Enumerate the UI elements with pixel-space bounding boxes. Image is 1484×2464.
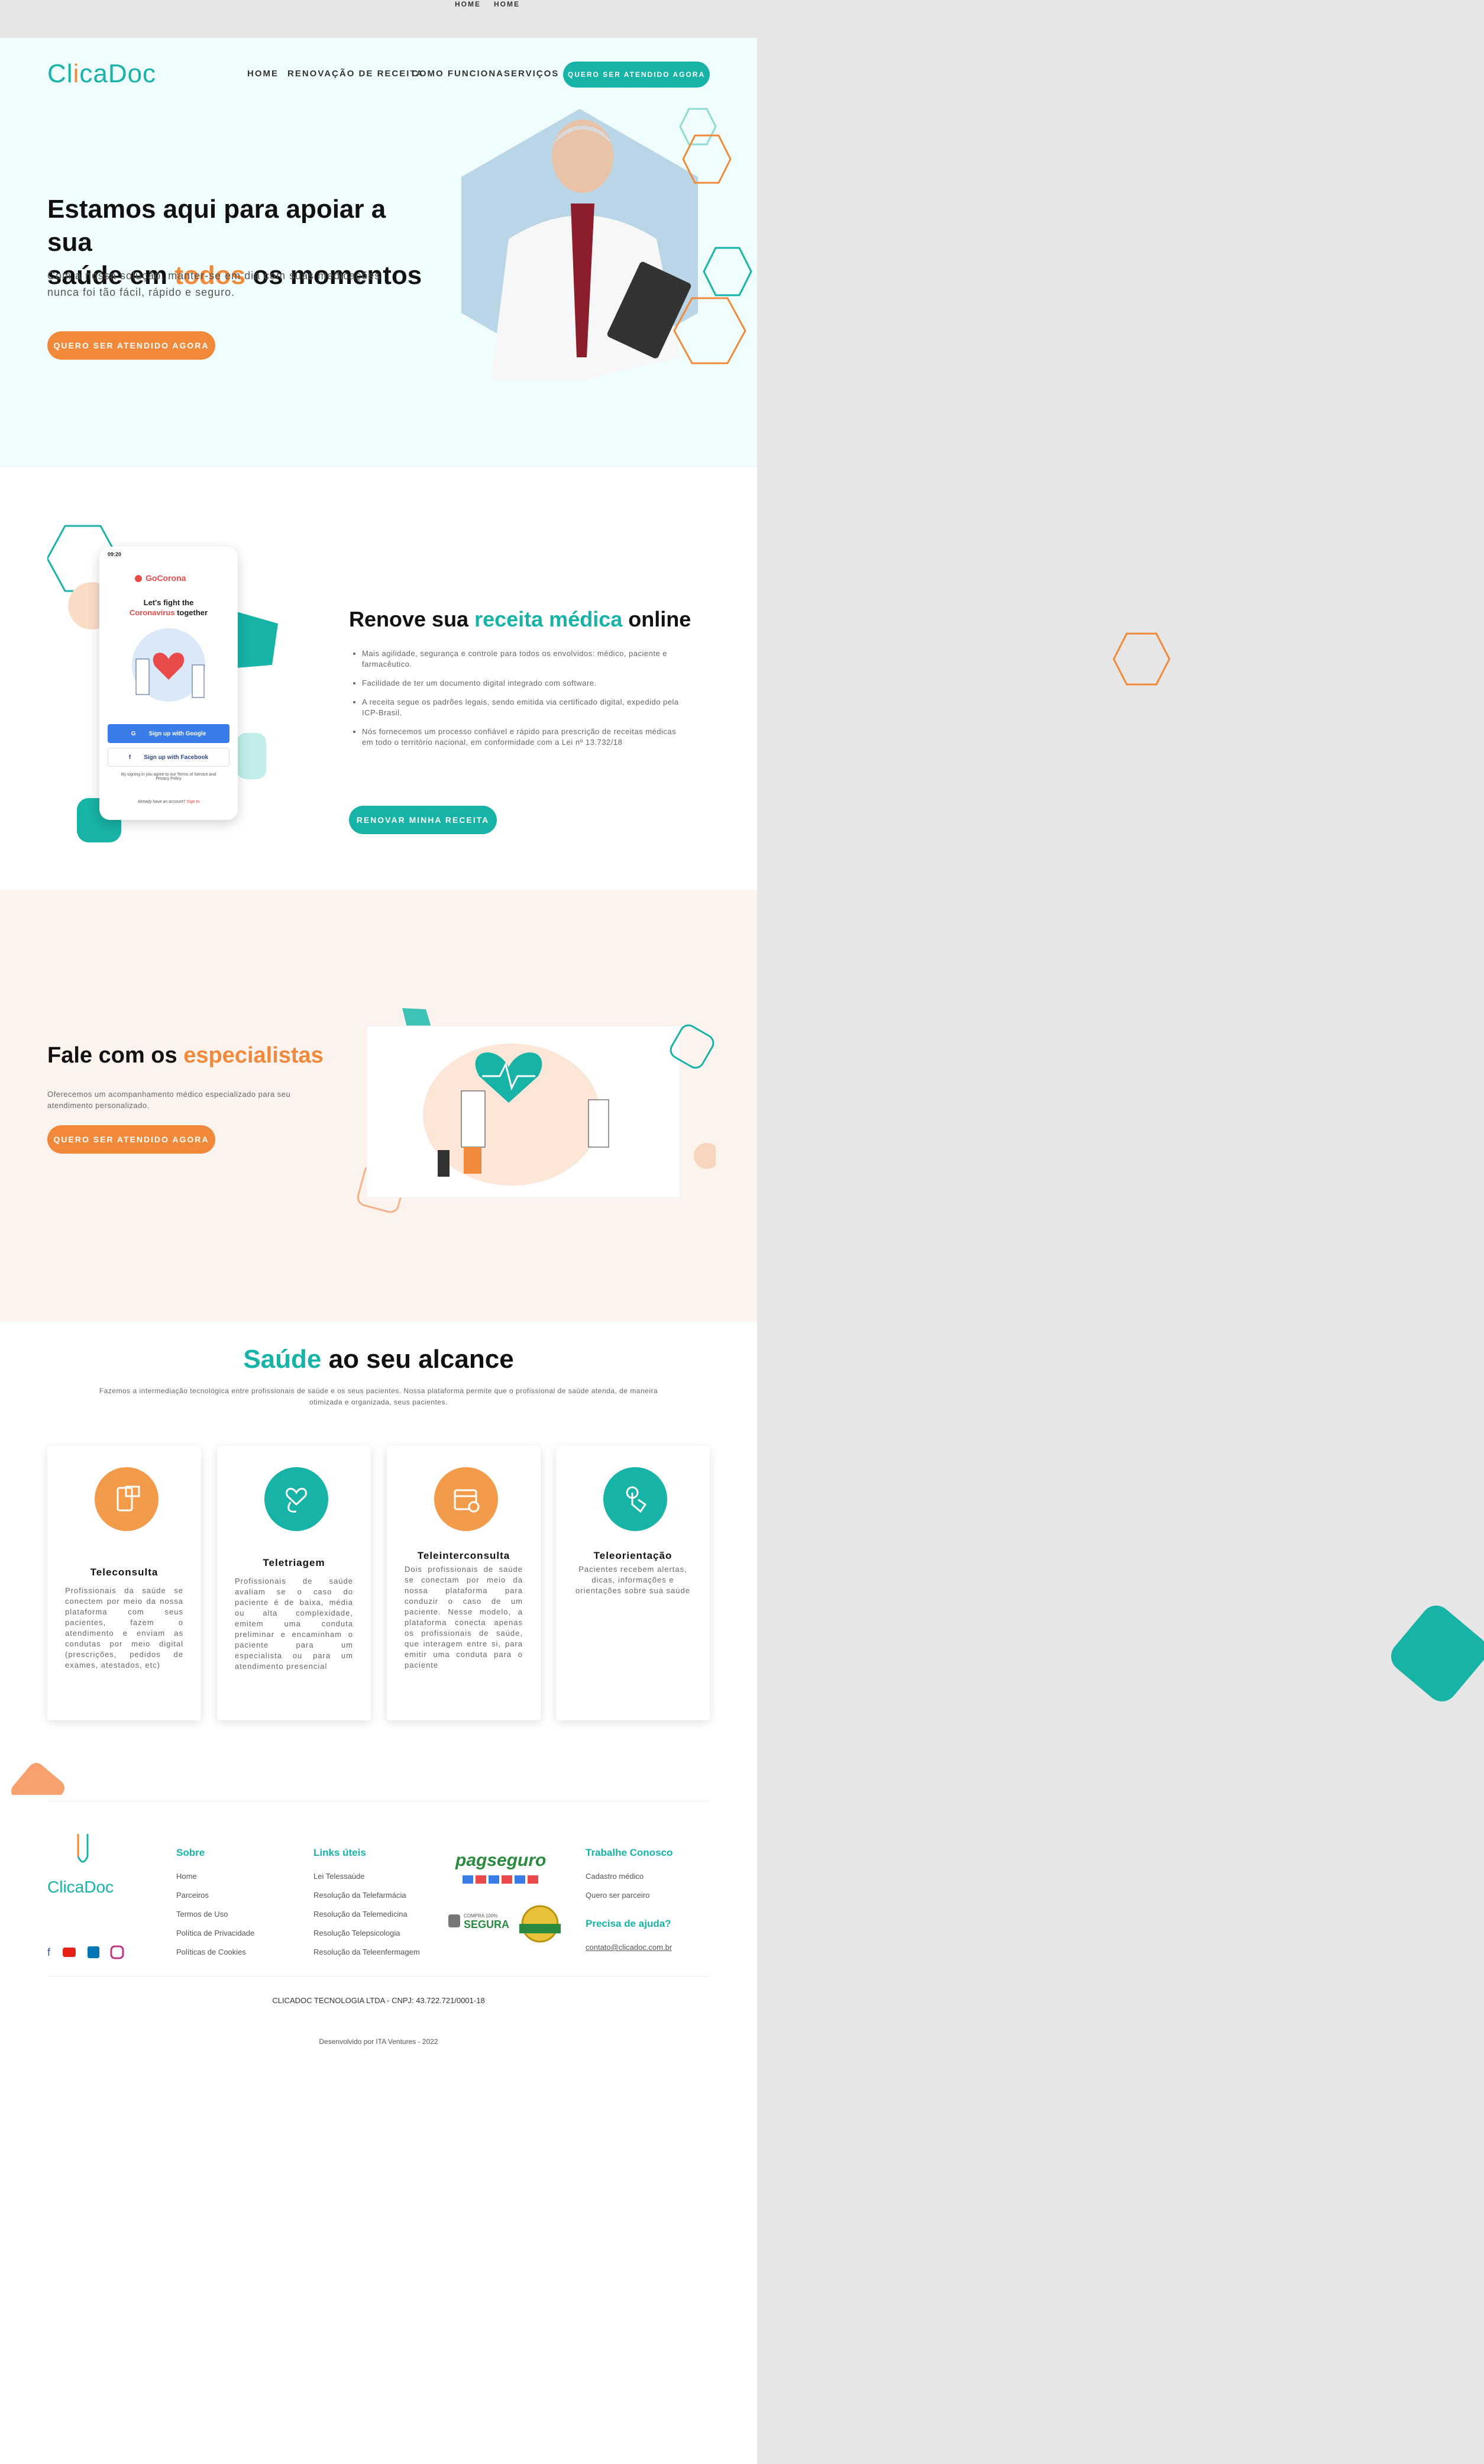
card-title: Teletriagem — [263, 1557, 325, 1568]
renew-cta-button[interactable]: RENOVAR MINHA RECEITA — [349, 806, 497, 834]
hexagon-outline-decor — [1113, 632, 1171, 686]
nav-servicos[interactable]: SERVIÇOS — [504, 69, 559, 79]
phone-app-name: GoCorona — [146, 573, 186, 583]
bullet-item: Facilidade de ter um documento digital i… — [362, 678, 681, 689]
footer-work-title: Trabalhe Conosco — [586, 1847, 673, 1858]
specialists-desc: Oferecemos um acompanhamento médico espe… — [47, 1090, 291, 1110]
service-card-teleorientacao[interactable]: Teleorientação Pacientes recebem alertas… — [556, 1446, 710, 1720]
logo-mark-icon — [77, 1834, 89, 1863]
hero-section: ClicaDoc HOME RENOVAÇÃO DE RECEITA COMO … — [0, 38, 757, 467]
google-signup-button[interactable]: G Sign up with Google — [108, 724, 229, 743]
top-home-link-2[interactable]: HOME — [494, 0, 520, 8]
renew-bullets: Mais agilidade, segurança e controle par… — [362, 648, 681, 748]
phone-time: 09:20 — [108, 551, 122, 557]
renew-title: Renove sua receita médica online — [349, 607, 691, 631]
renew-section: 09:20 GoCorona Let's fight the Coronaviru… — [0, 467, 757, 899]
corona-icon — [135, 575, 142, 582]
services-cards: Teleconsulta Profissionais da saúde se c… — [0, 1446, 757, 1730]
nav-renovacao[interactable]: RENOVAÇÃO DE RECEITA — [287, 69, 423, 79]
card-title: Teleconsulta — [90, 1567, 159, 1578]
footer-link[interactable]: Lei Telessaúde — [313, 1872, 365, 1881]
nav-como-funciona[interactable]: COMO FUNCIONA — [412, 69, 504, 79]
touch-icon — [603, 1467, 667, 1531]
nav-home[interactable]: HOME — [247, 69, 279, 79]
footer-sobre-title: Sobre — [176, 1847, 205, 1858]
lock-icon — [448, 1914, 460, 1927]
linkedin-icon[interactable] — [88, 1946, 99, 1958]
footer-link[interactable]: Resolução da Telemedicina — [313, 1910, 408, 1919]
service-card-teleconsulta[interactable]: Teleconsulta Profissionais da saúde se c… — [47, 1446, 201, 1720]
footer-logo[interactable]: ClicaDoc — [47, 1830, 118, 1896]
footer-link[interactable]: Home — [176, 1872, 197, 1881]
card-desc: Profissionais de saúde avaliam se o caso… — [235, 1577, 353, 1671]
card-desc: Profissionais da saúde se conectem por m… — [65, 1586, 183, 1669]
instagram-icon[interactable] — [110, 1945, 124, 1959]
company-info: CLICADOC TECNOLOGIA LTDA - CNPJ: 43.722.… — [272, 1996, 485, 2005]
specialists-section: Fale com os especialistas Oferecemos um … — [0, 890, 757, 1322]
reach-section: Saúde ao seu alcance Fazemos a intermedi… — [0, 1322, 757, 1820]
youtube-icon[interactable] — [63, 1948, 76, 1957]
facebook-icon: f — [128, 754, 131, 761]
top-strip: HOME HOME — [0, 0, 1484, 38]
bullet-item: Mais agilidade, segurança e controle par… — [362, 648, 681, 670]
bullet-item: Nós fornecemos um processo confiável e r… — [362, 726, 681, 748]
service-card-teleinterconsulta[interactable]: Teleinterconsulta Dois profissionais de … — [387, 1446, 541, 1720]
footer-help-title: Precisa de ajuda? — [586, 1918, 671, 1929]
footer-link[interactable]: Resolução da Telefarmácia — [313, 1891, 406, 1900]
service-card-teletriagem[interactable]: Teletriagem Profissionais de saúde avali… — [217, 1446, 371, 1720]
reach-desc: Fazemos a intermediação tecnológica entr… — [99, 1387, 658, 1406]
footer-link[interactable]: Política de Privacidade — [176, 1929, 254, 1937]
facebook-icon[interactable]: f — [47, 1946, 51, 1958]
footer-divider — [47, 1976, 710, 1977]
facebook-signup-button[interactable]: f Sign up with Facebook — [108, 748, 229, 767]
nav-cta-button[interactable]: QUERO SER ATENDIDO AGORA — [563, 62, 710, 88]
phone-icon — [95, 1467, 159, 1531]
phone-account: Already have an account? Sign In — [137, 800, 200, 804]
bullet-item: A receita segue os padrões legais, sendo… — [362, 697, 681, 718]
footer: ClicaDoc f Sobre Home Parceiros Termos d… — [0, 1795, 757, 2464]
card-desc: Pacientes recebem alertas, dicas, inform… — [576, 1565, 690, 1595]
footer-link[interactable]: Resolução Telepsicologia — [313, 1929, 400, 1937]
footer-link[interactable]: Resolução da Teleenfermagem — [313, 1948, 420, 1956]
doctor-hexagon-image — [461, 108, 752, 381]
card-desc: Dois profissionais de saúde se conectam … — [405, 1565, 523, 1669]
social-links: f — [47, 1945, 124, 1959]
developer-credit: Desenvolvido por ITA Ventures - 2022 — [319, 2037, 438, 2046]
phone-headline: Let's fight the Coronavirus together — [129, 598, 208, 617]
phone-terms: By signing in you agree to our Terms of … — [121, 773, 216, 781]
calendar-icon — [434, 1467, 498, 1531]
specialists-title: Fale com os especialistas — [47, 1043, 324, 1068]
hero-cta-button[interactable]: QUERO SER ATENDIDO AGORA — [47, 331, 215, 360]
stethoscope-icon — [264, 1467, 328, 1531]
doctors-illustration — [132, 628, 205, 702]
hero-subtitle: Com a nossa solução, manter-se em dia co… — [47, 270, 381, 298]
footer-links-title: Links úteis — [313, 1847, 366, 1858]
seal-icon — [519, 1905, 561, 1943]
footer-link[interactable]: Cadastro médico — [586, 1872, 644, 1881]
footer-link[interactable]: Parceiros — [176, 1891, 209, 1900]
site-logo[interactable]: ClicaDoc — [47, 59, 156, 89]
top-home-link[interactable]: HOME — [455, 0, 481, 8]
footer-link[interactable]: Políticas de Cookies — [176, 1948, 246, 1956]
specialists-cta-button[interactable]: QUERO SER ATENDIDO AGORA — [47, 1125, 215, 1154]
phone-mockup: 09:20 GoCorona Let's fight the Coronaviru… — [99, 547, 238, 820]
secure-badge: COMPRA 100% SEGURA — [448, 1913, 509, 1931]
payment-icons — [463, 1875, 539, 1884]
footer-email-link[interactable]: contato@clicadoc.com.br — [586, 1943, 672, 1952]
card-title: Teleorientação — [593, 1550, 673, 1561]
page-container: ClicaDoc HOME RENOVAÇÃO DE RECEITA COMO … — [0, 38, 757, 2464]
reach-title: Saúde ao seu alcance — [243, 1345, 514, 1374]
teal-square-decor — [1385, 1599, 1484, 1708]
footer-link[interactable]: Quero ser parceiro — [586, 1891, 649, 1900]
pagseguro-logo: pagseguro — [455, 1851, 547, 1870]
card-title: Teleinterconsulta — [417, 1550, 510, 1561]
google-icon: G — [131, 730, 136, 737]
specialists-illustration — [357, 1008, 716, 1213]
footer-link[interactable]: Termos de Uso — [176, 1910, 228, 1919]
